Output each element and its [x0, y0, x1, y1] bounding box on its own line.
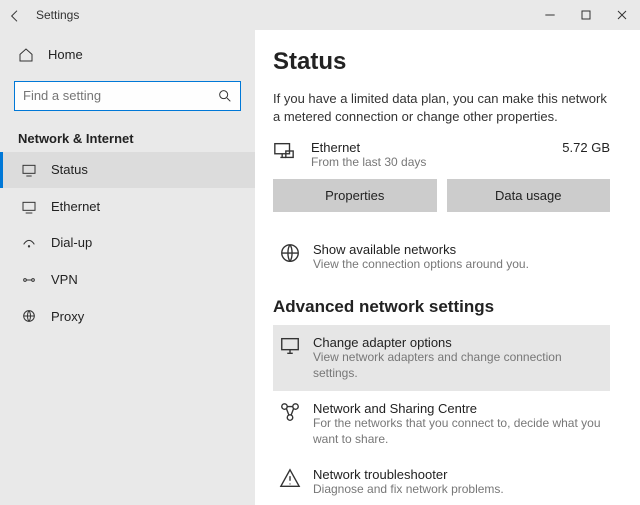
- close-icon: [614, 7, 630, 23]
- search-wrap: [0, 81, 255, 111]
- button-row: Properties Data usage: [273, 179, 610, 212]
- warning-icon: [279, 467, 301, 494]
- nav-ethernet[interactable]: Ethernet: [0, 188, 255, 225]
- globe-icon: [279, 242, 301, 269]
- home-label: Home: [48, 47, 83, 62]
- monitor-icon: [279, 335, 301, 362]
- maximize-icon: [578, 7, 594, 23]
- ethernet-usage-row: Ethernet From the last 30 days 5.72 GB: [273, 140, 610, 169]
- option-title: Change adapter options: [313, 335, 604, 350]
- nav-label: Ethernet: [51, 199, 100, 214]
- minimize-icon: [542, 7, 558, 23]
- nav-proxy[interactable]: Proxy: [0, 298, 255, 335]
- nav-status[interactable]: Status: [0, 152, 255, 189]
- arrow-left-icon: [7, 8, 23, 24]
- data-usage-button[interactable]: Data usage: [447, 179, 611, 212]
- nav-label: Dial-up: [51, 235, 92, 250]
- window-controls: [532, 0, 640, 30]
- content: Status If you have a limited data plan, …: [255, 30, 640, 505]
- search-input[interactable]: [14, 81, 241, 111]
- nav-dialup[interactable]: Dial-up: [0, 225, 255, 262]
- ethernet-icon: [21, 198, 37, 215]
- properties-button[interactable]: Properties: [273, 179, 437, 212]
- page-title: Status: [273, 48, 610, 76]
- nav-label: Proxy: [51, 309, 84, 324]
- maximize-button[interactable]: [568, 0, 604, 30]
- status-icon: [21, 162, 37, 179]
- page-description: If you have a limited data plan, you can…: [273, 90, 610, 126]
- minimize-button[interactable]: [532, 0, 568, 30]
- home-button[interactable]: Home: [0, 38, 255, 71]
- vpn-icon: [21, 271, 37, 288]
- category-heading: Network & Internet: [0, 121, 255, 152]
- titlebar: Settings: [0, 0, 640, 30]
- ethernet-sub: From the last 30 days: [311, 155, 426, 169]
- nav-label: Status: [51, 162, 88, 177]
- sharing-centre-option[interactable]: Network and Sharing Centre For the netwo…: [273, 391, 610, 457]
- troubleshooter-option[interactable]: Network troubleshooter Diagnose and fix …: [273, 457, 610, 505]
- home-icon: [18, 46, 34, 63]
- search-icon: [217, 88, 233, 104]
- option-title: Network troubleshooter: [313, 467, 504, 482]
- ethernet-name: Ethernet: [311, 140, 426, 155]
- close-button[interactable]: [604, 0, 640, 30]
- back-button[interactable]: [0, 6, 30, 23]
- option-sub: View network adapters and change connect…: [313, 350, 604, 381]
- option-sub: View the connection options around you.: [313, 257, 529, 273]
- network-icon: [279, 401, 301, 428]
- sidebar: Home Network & Internet Status Ethernet …: [0, 30, 255, 505]
- advanced-heading: Advanced network settings: [273, 297, 610, 317]
- nav-vpn[interactable]: VPN: [0, 261, 255, 298]
- option-title: Show available networks: [313, 242, 529, 257]
- dialup-icon: [21, 235, 37, 252]
- option-sub: For the networks that you connect to, de…: [313, 416, 604, 447]
- option-title: Network and Sharing Centre: [313, 401, 604, 416]
- window-title: Settings: [30, 8, 79, 22]
- option-sub: Diagnose and fix network problems.: [313, 482, 504, 498]
- ethernet-size: 5.72 GB: [562, 140, 610, 155]
- proxy-icon: [21, 308, 37, 325]
- monitor-icon: [273, 140, 299, 168]
- show-networks-option[interactable]: Show available networks View the connect…: [273, 232, 610, 283]
- change-adapter-option[interactable]: Change adapter options View network adap…: [273, 325, 610, 391]
- nav-label: VPN: [51, 272, 78, 287]
